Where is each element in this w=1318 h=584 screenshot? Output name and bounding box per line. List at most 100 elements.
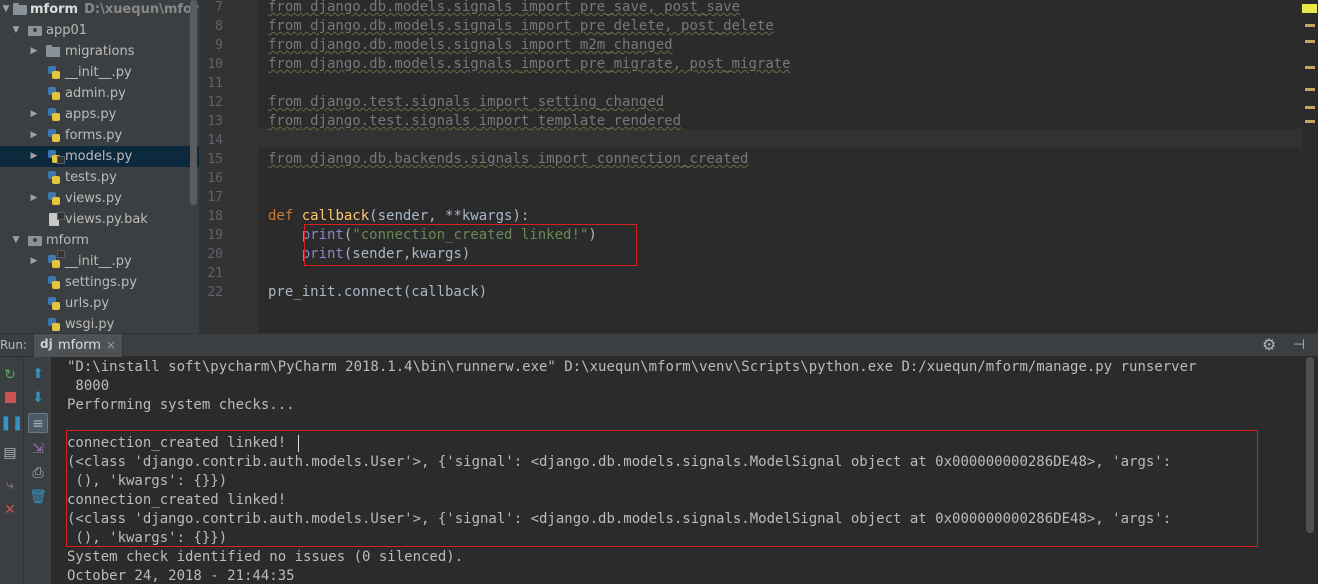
code-line-10[interactable]: from django.db.models.signals import pre… — [268, 55, 791, 74]
python-file-icon — [47, 318, 61, 331]
scroll-to-end-icon[interactable]: ⇲ — [28, 439, 48, 459]
folder-icon — [13, 3, 27, 16]
tree-item-forms-py[interactable]: ▶ forms.py — [0, 125, 199, 146]
package-icon — [28, 24, 42, 37]
code-line-7[interactable]: from django.db.models.signals import pre… — [268, 0, 740, 17]
arrow-up-icon[interactable]: ⬆ — [28, 364, 48, 384]
python-file-icon — [47, 276, 61, 289]
tree-item-urls-py[interactable]: urls.py — [0, 293, 199, 314]
stop-icon[interactable] — [0, 388, 20, 408]
chevron-right-icon[interactable]: ▶ — [28, 188, 40, 209]
code-line-15[interactable]: from django.db.backends.signals import c… — [268, 150, 748, 169]
warning-marker-icon[interactable] — [1302, 4, 1317, 13]
tree-item-wsgi-py[interactable]: wsgi.py — [0, 314, 199, 333]
project-scrollbar[interactable] — [190, 0, 197, 205]
tree-item-app01[interactable]: ▼ app01 — [0, 20, 199, 41]
chevron-down-icon[interactable]: ▼ — [0, 0, 12, 20]
code-line-12[interactable]: from django.test.signals import setting_… — [268, 93, 664, 112]
gear-icon[interactable]: ⚙ — [1262, 335, 1276, 354]
line-number: 9 — [215, 38, 223, 53]
fold-marker-icon[interactable] — [57, 212, 65, 220]
chevron-down-icon[interactable]: ▼ — [10, 230, 22, 251]
tree-item-label: migrations — [65, 44, 135, 59]
warning-stripe[interactable] — [1305, 40, 1315, 43]
python-file-icon — [47, 108, 61, 121]
line-number: 12 — [207, 95, 223, 110]
tree-item-label: forms.py — [65, 128, 123, 143]
close-run-icon[interactable]: ✕ — [0, 500, 20, 520]
chevron-right-icon[interactable]: ▶ — [28, 251, 40, 272]
tree-item-mform-init-py[interactable]: ▶ __init__.py — [0, 251, 199, 272]
line-number: 16 — [207, 171, 223, 186]
code-line-13[interactable]: from django.test.signals import template… — [268, 112, 681, 131]
tree-item-label: tests.py — [65, 170, 117, 185]
tree-item-views-py[interactable]: ▶ views.py — [0, 188, 199, 209]
line-number: 18 — [207, 209, 223, 224]
dump-threads-icon[interactable]: ▤ — [0, 443, 20, 463]
code-editor[interactable]: from django.db.models.signals import pre… — [258, 0, 1301, 333]
chevron-down-icon[interactable]: ▼ — [10, 20, 22, 41]
tree-item-label: apps.py — [65, 107, 117, 122]
scrollbar-thumb[interactable] — [1306, 357, 1314, 533]
close-icon[interactable]: × — [106, 334, 116, 357]
run-label: Run: — [0, 338, 28, 352]
tree-item-label: models.py — [65, 149, 133, 164]
warning-stripe[interactable] — [1305, 66, 1315, 69]
tree-item-label: urls.py — [65, 296, 110, 311]
line-number: 15 — [207, 152, 223, 167]
chevron-right-icon[interactable]: ▶ — [28, 41, 40, 62]
chevron-right-icon[interactable]: ▶ — [28, 146, 40, 167]
chevron-right-icon[interactable]: ▶ — [28, 125, 40, 146]
print-icon[interactable]: ⎙ — [28, 463, 48, 483]
line-number: 11 — [207, 76, 223, 91]
console-scrollbar[interactable] — [1302, 357, 1318, 584]
python-file-icon — [47, 192, 61, 205]
tree-item-label: views.py — [65, 191, 122, 206]
trash-icon[interactable]: 🗑 — [28, 487, 48, 507]
current-line-highlight — [258, 129, 1301, 148]
line-number: 20 — [207, 247, 223, 262]
tree-item-models-py[interactable]: ▶ models.py — [0, 146, 199, 167]
code-line-22[interactable]: pre_init.connect(callback) — [268, 283, 487, 302]
tree-item-views-py-bak[interactable]: views.py.bak — [0, 209, 199, 230]
warning-stripe[interactable] — [1305, 24, 1315, 27]
tree-item-migrations[interactable]: ▶ migrations — [0, 41, 199, 62]
editor-scrollbar[interactable] — [1301, 0, 1318, 333]
tree-root-mform[interactable]: ▼ mform D:\xuequn\mform — [0, 0, 199, 20]
rerun-icon[interactable]: ↻ — [0, 365, 20, 385]
warning-stripe[interactable] — [1305, 106, 1315, 109]
pause-icon[interactable]: ❚❚ — [0, 413, 23, 433]
console-line: System check identified no issues (0 sil… — [67, 549, 464, 565]
tree-item-label: app01 — [46, 23, 88, 38]
soft-wrap-icon[interactable]: ≡ — [28, 413, 48, 433]
line-number: 14 — [207, 133, 223, 148]
code-line-9[interactable]: from django.db.models.signals import m2m… — [268, 36, 673, 55]
restore-layout-icon[interactable]: ⤷ — [0, 475, 20, 495]
console-line: 8000 — [67, 378, 110, 394]
run-console[interactable]: "D:\install soft\pycharm\PyCharm 2018.1.… — [52, 357, 1302, 584]
console-line: October 24, 2018 - 21:44:35 — [67, 568, 295, 584]
run-action-toolbar: ↻ ❚❚ ▤ ⤷ ✕ — [0, 357, 24, 584]
tree-item-tests-py[interactable]: tests.py — [0, 167, 199, 188]
warning-stripe[interactable] — [1305, 88, 1315, 91]
chevron-right-icon[interactable]: ▶ — [28, 104, 40, 125]
hide-panel-icon[interactable]: ⊣ — [1293, 334, 1305, 357]
fold-marker-icon[interactable] — [57, 156, 65, 164]
fold-marker-icon[interactable] — [57, 250, 65, 258]
tree-root-label: mform — [30, 2, 79, 17]
code-line-8[interactable]: from django.db.models.signals import pre… — [268, 17, 774, 36]
tab-mform[interactable]: dj mform × — [33, 334, 123, 357]
line-number: 10 — [207, 57, 223, 72]
console-line: Performing system checks... — [67, 397, 295, 413]
tree-item-label: views.py.bak — [65, 212, 148, 227]
tree-item-label: __init__.py — [65, 254, 132, 269]
warning-stripe[interactable] — [1305, 120, 1315, 123]
arrow-down-icon[interactable]: ⬇ — [28, 388, 48, 408]
tree-item-admin-py[interactable]: admin.py — [0, 83, 199, 104]
tree-item-settings-py[interactable]: settings.py — [0, 272, 199, 293]
tree-item-apps-py[interactable]: ▶ apps.py — [0, 104, 199, 125]
tree-item-init-py[interactable]: __init__.py — [0, 62, 199, 83]
package-icon — [28, 234, 42, 247]
tree-item-mform-package[interactable]: ▼ mform — [0, 230, 199, 251]
tree-item-label: __init__.py — [65, 65, 132, 80]
